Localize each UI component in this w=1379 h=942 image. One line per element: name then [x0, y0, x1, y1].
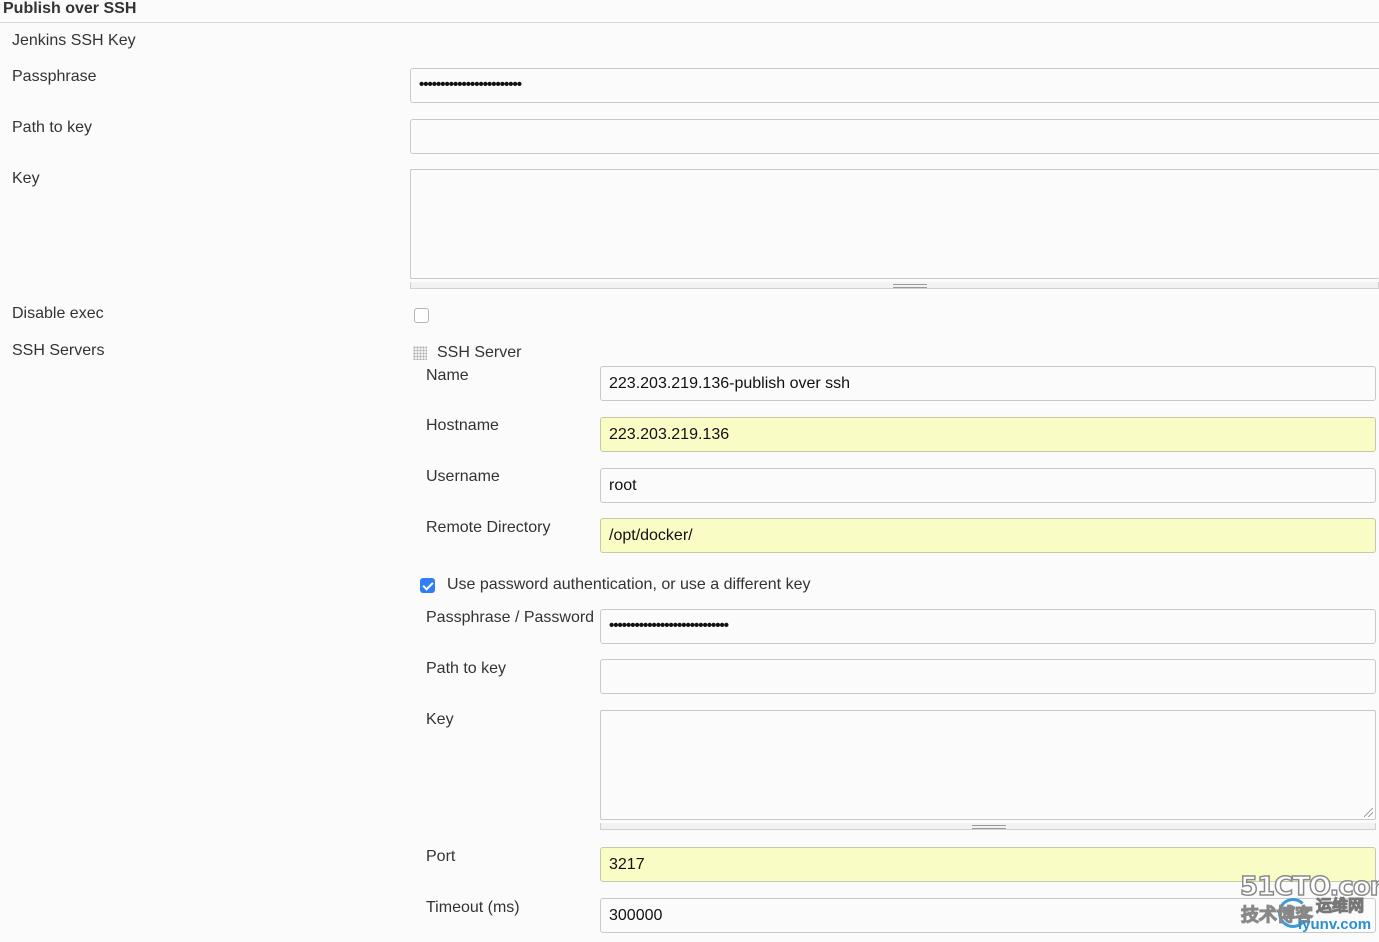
disable-exec-checkbox[interactable]	[414, 308, 429, 323]
resize-grip-icon	[972, 825, 1006, 829]
remote-directory-input[interactable]: /opt/docker/	[600, 518, 1376, 553]
server-name-input[interactable]: 223.203.219.136-publish over ssh	[600, 366, 1376, 401]
hostname-value: 223.203.219.136	[609, 425, 730, 443]
port-label: Port	[426, 848, 456, 865]
timeout-input[interactable]: 300000	[600, 898, 1376, 933]
section-header: Publish over SSH	[0, 0, 1379, 23]
passphrase-password-value: ••••••••••••••••••••••••••••	[609, 617, 729, 634]
publish-over-ssh-config: Publish over SSH Jenkins SSH Key Passphr…	[0, 0, 1379, 942]
hostname-input[interactable]: 223.203.219.136	[600, 417, 1376, 452]
passphrase-input[interactable]: ••••••••••••••••••••••••	[410, 68, 1379, 103]
timeout-value: 300000	[609, 906, 663, 924]
server-path-to-key-label: Path to key	[426, 660, 507, 677]
server-name-value: 223.203.219.136-publish over ssh	[609, 374, 851, 392]
resize-corner-icon[interactable]	[1364, 808, 1373, 817]
passphrase-password-label: Passphrase / Password	[426, 609, 595, 626]
disable-exec-label: Disable exec	[12, 305, 104, 322]
server-key-resize-handle[interactable]	[600, 823, 1376, 830]
timeout-label: Timeout (ms)	[426, 899, 520, 916]
server-name-label: Name	[426, 367, 469, 384]
server-key-label: Key	[426, 711, 454, 728]
key-textarea[interactable]	[410, 169, 1379, 279]
ssh-servers-label: SSH Servers	[12, 342, 105, 359]
server-key-textarea[interactable]	[600, 710, 1376, 820]
server-path-to-key-input[interactable]	[600, 659, 1376, 694]
username-value: root	[609, 476, 637, 494]
port-value: 3217	[609, 855, 645, 873]
use-password-label[interactable]: Use password authentication, or use a di…	[447, 575, 810, 595]
remote-directory-value: /opt/docker/	[609, 526, 693, 544]
username-label: Username	[426, 468, 500, 485]
path-to-key-label: Path to key	[12, 119, 93, 136]
passphrase-value: ••••••••••••••••••••••••	[419, 76, 522, 93]
remote-directory-label: Remote Directory	[426, 519, 551, 536]
ssh-server-heading: SSH Server	[437, 344, 522, 361]
use-password-checkbox[interactable]	[420, 578, 435, 593]
drag-handle-icon[interactable]	[413, 346, 427, 360]
port-input[interactable]: 3217	[600, 847, 1376, 882]
passphrase-password-input[interactable]: ••••••••••••••••••••••••••••	[600, 609, 1376, 644]
jenkins-ssh-key-heading: Jenkins SSH Key	[12, 32, 136, 49]
resize-grip-icon	[893, 284, 927, 288]
key-label: Key	[12, 170, 40, 187]
passphrase-label: Passphrase	[12, 68, 97, 85]
username-input[interactable]: root	[600, 468, 1376, 503]
hostname-label: Hostname	[426, 417, 499, 434]
key-textarea-resize-handle[interactable]	[410, 282, 1379, 289]
path-to-key-input[interactable]	[410, 119, 1379, 154]
section-title: Publish over SSH	[3, 0, 137, 17]
